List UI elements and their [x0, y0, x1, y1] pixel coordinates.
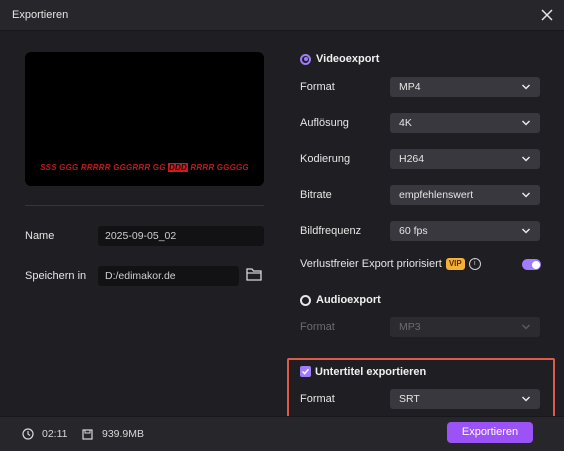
- video-export-option[interactable]: Videoexport: [300, 53, 379, 65]
- chevron-down-icon: [521, 396, 531, 402]
- audio-export-option[interactable]: Audioexport: [300, 294, 381, 306]
- checkmark-icon: [301, 368, 310, 375]
- name-label: Name: [25, 230, 55, 242]
- video-export-header: Videoexport: [316, 53, 380, 65]
- close-icon: [541, 9, 553, 21]
- subtitle-format-select[interactable]: SRT: [390, 389, 540, 409]
- radio-selected-icon: [300, 53, 311, 65]
- duration-value: 02:11: [42, 428, 68, 440]
- chevron-down-icon: [521, 84, 531, 90]
- subtitle-format-label: Format: [300, 393, 335, 405]
- save-location-label: Speichern in: [25, 270, 87, 282]
- preview-subtitle-pre: SSS GGG RRRRR GGGRRR GG: [40, 163, 169, 172]
- filesize-info: 939.9MB: [82, 428, 144, 440]
- format-value: MP4: [399, 81, 421, 93]
- preview-subtitle-post: RRRR GGGGG: [187, 163, 249, 172]
- folder-icon: [246, 268, 262, 281]
- chevron-down-icon: [521, 156, 531, 162]
- lossless-export-toggle[interactable]: [522, 259, 541, 270]
- chevron-down-icon: [521, 324, 531, 330]
- radio-unselected-icon: [300, 294, 311, 306]
- window-title: Exportieren: [12, 9, 69, 21]
- lossless-export-row: Verlustfreier Export priorisiert VIP i: [300, 258, 481, 271]
- lossless-export-label: Verlustfreier Export priorisiert: [300, 258, 442, 270]
- video-preview: SSS GGG RRRRR GGGRRR GG DDD RRRR GGGGG: [25, 52, 264, 186]
- browse-folder-button[interactable]: [246, 267, 264, 283]
- audio-format-value: MP3: [399, 321, 421, 333]
- divider: [25, 205, 264, 206]
- info-icon[interactable]: i: [468, 258, 481, 271]
- preview-subtitle: SSS GGG RRRRR GGGRRR GG DDD RRRR GGGGG: [25, 163, 264, 172]
- audio-format-select[interactable]: MP3: [390, 317, 540, 337]
- filesize-value: 939.9MB: [102, 428, 145, 440]
- encoding-label: Kodierung: [300, 153, 351, 165]
- subtitle-export-header[interactable]: Untertitel exportieren: [315, 366, 426, 378]
- audio-export-header: Audioexport: [316, 294, 381, 306]
- chevron-down-icon: [521, 192, 531, 198]
- name-input[interactable]: 2025-09-05_02: [98, 226, 264, 246]
- title-bar: Exportieren: [0, 0, 564, 31]
- save-disk-icon: [82, 428, 93, 440]
- bitrate-value: empfehlenswert: [399, 189, 474, 201]
- encoding-value: H264: [399, 153, 425, 165]
- framerate-select[interactable]: 60 fps: [390, 221, 540, 241]
- export-button[interactable]: Exportieren: [447, 422, 533, 443]
- bitrate-label: Bitrate: [300, 189, 332, 201]
- framerate-value: 60 fps: [399, 225, 428, 237]
- format-select[interactable]: MP4: [390, 77, 540, 97]
- subtitle-format-value: SRT: [399, 393, 420, 405]
- resolution-value: 4K: [399, 117, 412, 129]
- clock-icon: [22, 428, 34, 440]
- chevron-down-icon: [521, 228, 531, 234]
- framerate-label: Bildfrequenz: [300, 225, 362, 237]
- subtitle-export-checkbox[interactable]: [300, 366, 311, 377]
- resolution-label: Auflösung: [300, 117, 349, 129]
- format-label: Format: [300, 81, 335, 93]
- chevron-down-icon: [521, 120, 531, 126]
- preview-subtitle-highlight: DDD: [168, 163, 188, 172]
- audio-format-label: Format: [300, 321, 335, 333]
- resolution-select[interactable]: 4K: [390, 113, 540, 133]
- duration-info: 02:11: [22, 428, 68, 440]
- bitrate-select[interactable]: empfehlenswert: [390, 185, 540, 205]
- vip-badge: VIP: [445, 258, 465, 271]
- save-location-input[interactable]: D:/edimakor.de: [98, 266, 239, 286]
- close-button[interactable]: [536, 4, 558, 26]
- encoding-select[interactable]: H264: [390, 149, 540, 169]
